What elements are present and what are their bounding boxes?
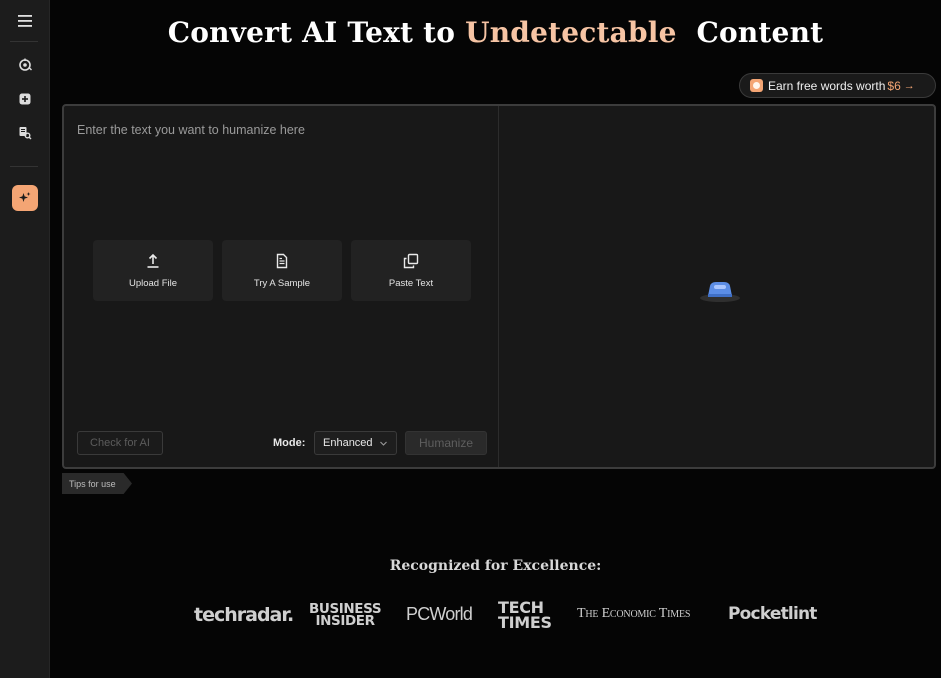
earn-free-words-button[interactable]: Earn free words worth $6 → xyxy=(739,73,936,98)
upload-file-button[interactable]: Upload File xyxy=(93,240,213,301)
techradar-logo: techradar. xyxy=(194,604,294,626)
sidebar-divider xyxy=(10,166,38,167)
pcworld-logo: PCWorld xyxy=(406,604,473,624)
tech-times-logo: TECH TIMES xyxy=(498,600,552,632)
document-icon xyxy=(276,253,288,268)
paste-text-button[interactable]: Paste Text xyxy=(351,240,471,301)
humanize-button[interactable]: Humanize xyxy=(405,431,487,455)
add-icon[interactable] xyxy=(12,86,38,112)
business-insider-logo-line2: INSIDER xyxy=(315,613,375,629)
ai-detector-icon[interactable] xyxy=(12,52,38,78)
earn-label: Earn free words worth xyxy=(768,78,886,93)
mode-value: Enhanced xyxy=(323,437,373,449)
recognition-heading: Recognized for Excellence: xyxy=(389,558,602,574)
menu-icon[interactable] xyxy=(12,8,38,34)
title-part-2: Content xyxy=(696,16,824,49)
earn-amount: $6 xyxy=(887,78,901,93)
mode-select[interactable]: Enhanced xyxy=(314,431,397,455)
humanizer-sparkle-icon[interactable] xyxy=(12,185,38,211)
chevron-down-icon xyxy=(380,441,387,446)
try-sample-button[interactable]: Try A Sample xyxy=(222,240,342,301)
sidebar-divider xyxy=(10,41,38,42)
try-sample-label: Try A Sample xyxy=(253,277,311,289)
title-part-1: Convert AI Text to xyxy=(167,16,456,49)
tech-times-logo-line2: TIMES xyxy=(498,613,552,632)
tips-for-use-tab[interactable]: Tips for use xyxy=(62,473,132,494)
check-for-ai-button[interactable]: Check for AI xyxy=(77,431,163,455)
upload-file-label: Upload File xyxy=(128,277,178,289)
business-insider-logo: BUSINESS INSIDER xyxy=(309,602,382,629)
input-placeholder[interactable]: Enter the text you want to humanize here xyxy=(77,123,305,137)
plagiarism-icon[interactable] xyxy=(12,120,38,146)
arrow-right-icon: → xyxy=(903,79,915,92)
paste-text-label: Paste Text xyxy=(388,277,434,289)
page-title: Convert AI Text to Undetectable Content xyxy=(50,16,941,49)
mode-label: Mode: xyxy=(273,437,306,449)
humanizer-editor: Enter the text you want to humanize here… xyxy=(62,104,936,469)
input-pane[interactable]: Enter the text you want to humanize here… xyxy=(64,106,499,467)
economic-times-logo: The Economic Times xyxy=(577,606,691,621)
pocketlint-logo: Pocketlint xyxy=(728,604,817,624)
title-accent: Undetectable xyxy=(465,16,677,49)
sidebar xyxy=(0,0,50,678)
mascot-icon xyxy=(700,282,740,302)
upload-icon xyxy=(147,253,159,268)
output-pane xyxy=(500,106,934,467)
copy-icon xyxy=(403,253,419,268)
gift-icon xyxy=(750,79,763,92)
